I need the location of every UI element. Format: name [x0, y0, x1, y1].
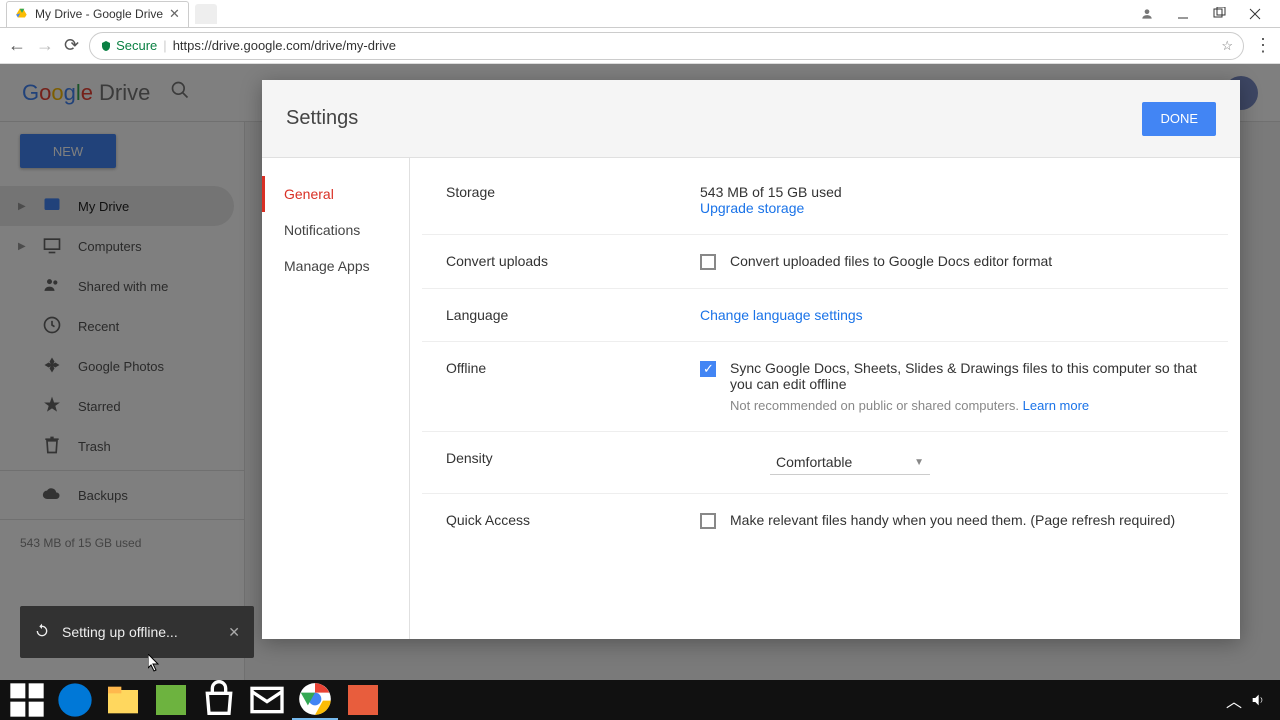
reload-button[interactable]: ⟳ [64, 35, 79, 56]
tab-title: My Drive - Google Drive [35, 7, 163, 21]
tray-expand-icon[interactable]: ︿ [1226, 688, 1242, 712]
density-select[interactable]: Comfortable ▼ [770, 450, 930, 475]
browser-tab-strip: My Drive - Google Drive ✕ [0, 0, 1280, 28]
toast-notification: Setting up offline... ✕ [20, 606, 254, 658]
start-button[interactable] [4, 680, 50, 720]
maximize-icon[interactable] [1212, 7, 1226, 21]
volume-icon[interactable] [1250, 688, 1266, 712]
setting-convert-uploads: Convert uploads Convert uploaded files t… [422, 235, 1228, 289]
nav-manage-apps[interactable]: Manage Apps [262, 248, 409, 284]
close-window-icon[interactable] [1248, 7, 1262, 21]
bookmark-icon[interactable]: ☆ [1221, 38, 1233, 54]
sync-icon [34, 623, 50, 642]
change-language-link[interactable]: Change language settings [700, 307, 863, 323]
close-tab-icon[interactable]: ✕ [169, 6, 180, 22]
nav-general[interactable]: General [262, 176, 409, 212]
quick-access-checkbox[interactable] [700, 513, 716, 529]
windows-taskbar: ︿ [0, 680, 1280, 720]
dropdown-icon: ▼ [914, 457, 924, 468]
nav-notifications[interactable]: Notifications [262, 212, 409, 248]
new-tab-button[interactable] [195, 4, 217, 24]
modal-header: Settings DONE [262, 80, 1240, 158]
browser-menu-icon[interactable]: ⋮ [1254, 35, 1272, 56]
setting-storage: Storage 543 MB of 15 GB used Upgrade sto… [422, 166, 1228, 235]
convert-checkbox[interactable] [700, 254, 716, 270]
mouse-cursor [148, 654, 162, 675]
window-controls [1140, 7, 1280, 21]
settings-modal: Settings DONE General Notifications Mana… [262, 80, 1240, 639]
modal-title: Settings [286, 107, 358, 130]
secure-indicator: Secure [100, 38, 157, 53]
setting-density: Density Comfortable ▼ [422, 432, 1228, 494]
offline-checkbox[interactable] [700, 361, 716, 377]
file-explorer-icon[interactable] [100, 680, 146, 720]
setting-language: Language Change language settings [422, 289, 1228, 342]
camtasia-icon[interactable] [148, 680, 194, 720]
forward-button: → [36, 35, 54, 56]
mail-icon[interactable] [244, 680, 290, 720]
account-icon[interactable] [1140, 7, 1154, 21]
edge-icon[interactable] [52, 680, 98, 720]
browser-toolbar: ← → ⟳ Secure | https://drive.google.com/… [0, 28, 1280, 64]
storage-used-text: 543 MB of 15 GB used [700, 184, 1204, 200]
store-icon[interactable] [196, 680, 242, 720]
back-button[interactable]: ← [8, 35, 26, 56]
upgrade-storage-link[interactable]: Upgrade storage [700, 200, 1204, 216]
setting-quick-access: Quick Access Make relevant files handy w… [422, 494, 1228, 547]
chrome-icon[interactable] [292, 680, 338, 720]
system-tray: ︿ [1226, 688, 1276, 712]
setting-offline: Offline Sync Google Docs, Sheets, Slides… [422, 342, 1228, 432]
learn-more-link[interactable]: Learn more [1023, 398, 1089, 413]
done-button[interactable]: DONE [1142, 102, 1216, 136]
browser-tab[interactable]: My Drive - Google Drive ✕ [6, 1, 189, 27]
url-text: https://drive.google.com/drive/my-drive [173, 38, 396, 53]
address-bar[interactable]: Secure | https://drive.google.com/drive/… [89, 32, 1244, 60]
settings-nav: General Notifications Manage Apps [262, 158, 410, 639]
drive-favicon [15, 7, 29, 21]
recorder-icon[interactable] [340, 680, 386, 720]
minimize-icon[interactable] [1176, 7, 1190, 21]
toast-close-icon[interactable]: ✕ [228, 624, 240, 641]
toast-text: Setting up offline... [62, 624, 178, 640]
settings-content: Storage 543 MB of 15 GB used Upgrade sto… [410, 158, 1240, 639]
